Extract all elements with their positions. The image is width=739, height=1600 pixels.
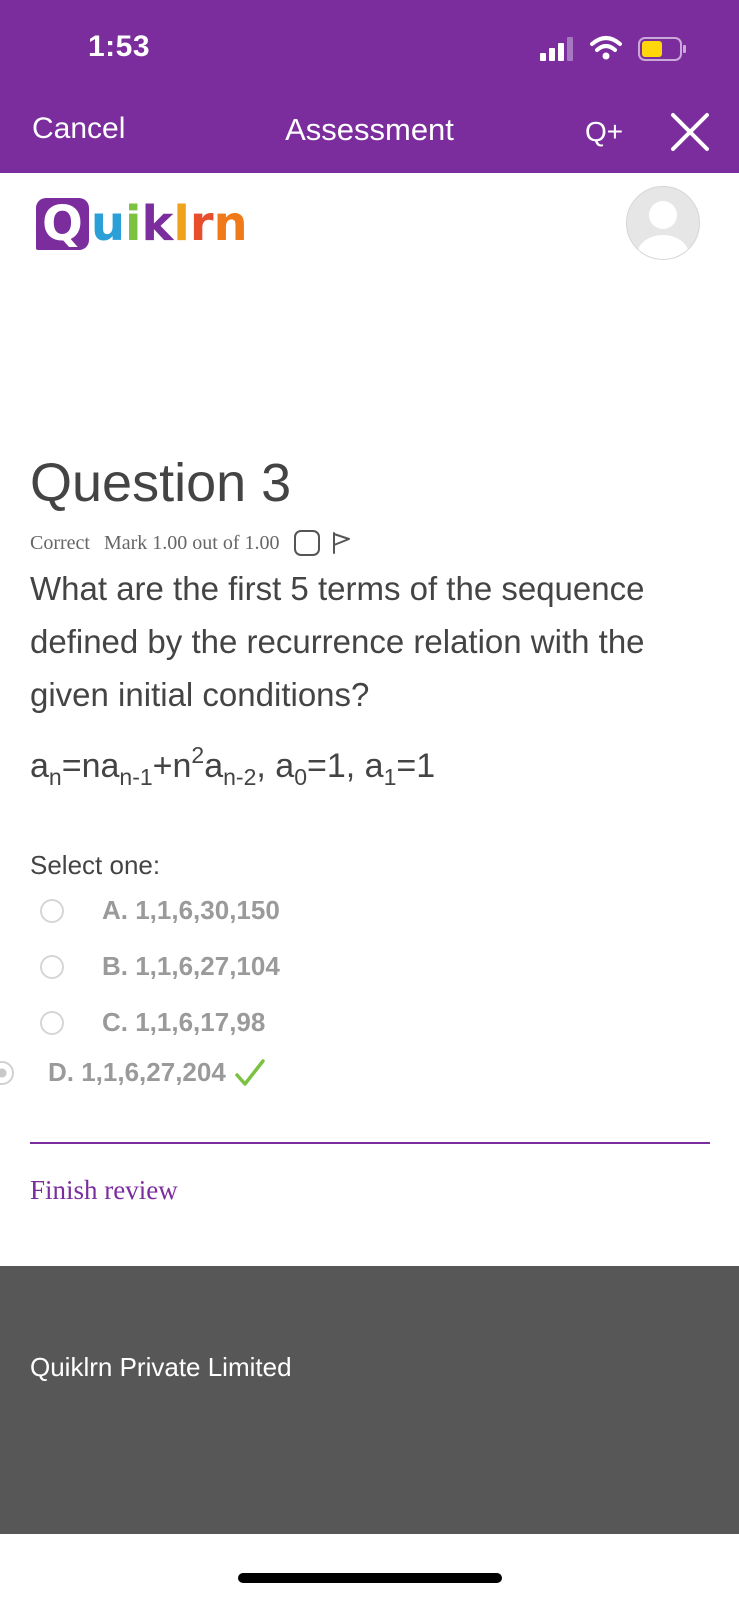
finish-review-link[interactable]: Finish review bbox=[30, 1175, 178, 1206]
divider bbox=[30, 1142, 710, 1144]
option-label: C. 1,1,6,17,98 bbox=[102, 1007, 266, 1037]
battery-icon bbox=[638, 37, 686, 61]
footer-company: Quiklrn Private Limited bbox=[30, 1352, 292, 1382]
flag-icon[interactable] bbox=[328, 531, 352, 555]
question-info: Correct Mark 1.00 out of 1.00 bbox=[30, 530, 352, 556]
home-indicator[interactable] bbox=[238, 1573, 502, 1583]
option-label: D. 1,1,6,27,204 bbox=[48, 1057, 226, 1087]
radio-button[interactable] bbox=[40, 954, 64, 979]
radio-button[interactable] bbox=[40, 898, 64, 923]
footer: Quiklrn Private Limited bbox=[0, 1266, 739, 1534]
question-mark: Mark 1.00 out of 1.00 bbox=[103, 531, 280, 554]
question-text: What are the first 5 terms of the sequen… bbox=[30, 570, 645, 713]
question-status: Correct bbox=[30, 531, 90, 554]
question-number: Question 3 bbox=[30, 453, 292, 513]
radio-button-selected[interactable] bbox=[0, 1060, 14, 1085]
recurrence-formula: an=nan-1+n2an-2, a0=1, a1=1 bbox=[30, 742, 436, 790]
wifi-icon bbox=[590, 36, 622, 60]
close-icon[interactable] bbox=[670, 112, 710, 152]
radio-button[interactable] bbox=[40, 1010, 64, 1035]
cancel-button[interactable]: Cancel bbox=[32, 112, 125, 146]
option-label: B. 1,1,6,27,104 bbox=[102, 951, 280, 981]
avatar[interactable] bbox=[626, 186, 700, 260]
status-time: 1:53 bbox=[88, 30, 151, 63]
flag-checkbox[interactable] bbox=[293, 530, 320, 556]
option-b[interactable]: B. 1,1,6,27,104 bbox=[40, 951, 280, 982]
option-d[interactable]: D. 1,1,6,27,204 bbox=[0, 1057, 266, 1088]
option-a[interactable]: A. 1,1,6,30,150 bbox=[40, 895, 280, 926]
option-c[interactable]: C. 1,1,6,17,98 bbox=[40, 1007, 265, 1038]
option-label: A. 1,1,6,30,150 bbox=[102, 895, 280, 925]
app-header: 1:53 Cancel Assessment Q+ bbox=[0, 0, 739, 173]
checkmark-icon bbox=[235, 1058, 265, 1086]
cellular-signal-icon bbox=[540, 37, 573, 61]
quiklrn-logo: Quiklrn bbox=[36, 194, 248, 254]
q-plus-button[interactable]: Q+ bbox=[585, 116, 623, 148]
select-one-label: Select one: bbox=[30, 850, 161, 880]
